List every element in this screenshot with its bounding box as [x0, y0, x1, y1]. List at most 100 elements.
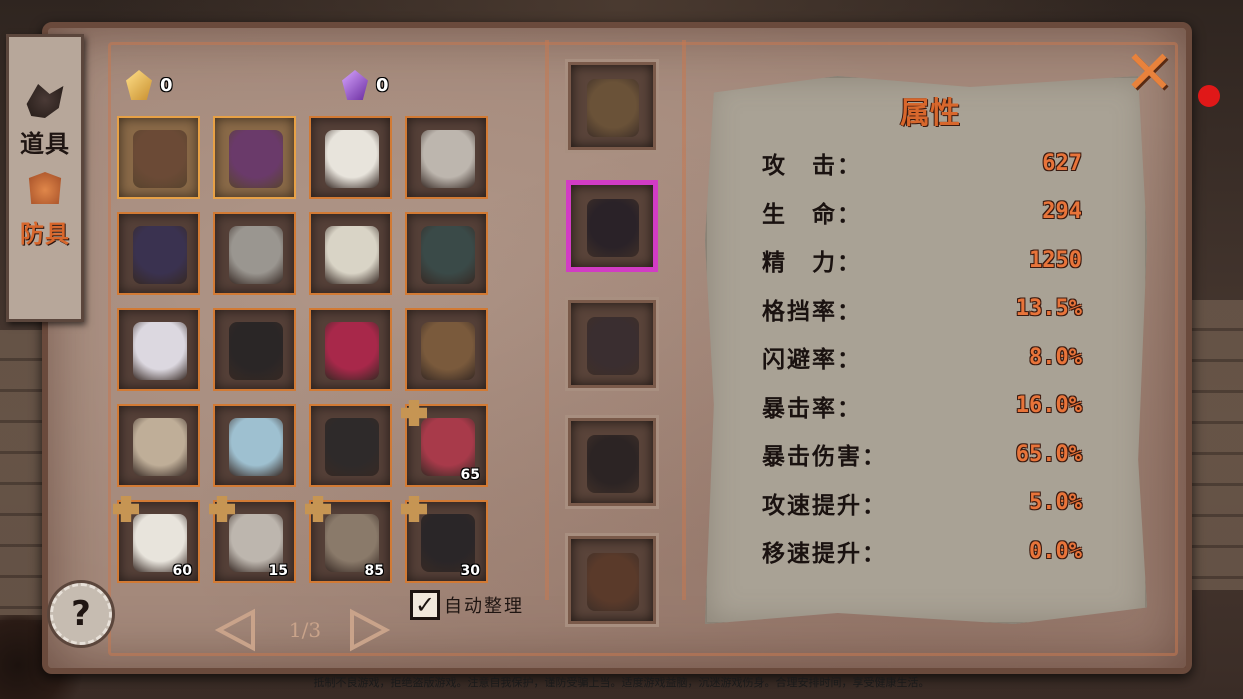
inventory-slot[interactable] — [213, 212, 296, 295]
inventory-slot[interactable]: 85 — [305, 496, 392, 583]
red-eye-cloak-icon — [587, 435, 639, 493]
equipment-slot[interactable] — [568, 418, 656, 506]
clawed-gauntlets-icon — [421, 322, 475, 380]
inventory-slot[interactable] — [405, 116, 488, 199]
flaming-pauldron-icon — [133, 130, 187, 188]
page-indicator: 1/3 — [288, 618, 322, 642]
item-count: 30 — [460, 563, 480, 579]
spiked-boots-icon — [325, 418, 379, 476]
tab-items[interactable]: 道具 — [9, 59, 81, 159]
stat-value: 0.0% — [1029, 538, 1082, 564]
inventory-slot[interactable]: 15 — [209, 496, 296, 583]
stats-title: 属性 — [900, 96, 960, 131]
stat-label: 移速提升： — [762, 540, 887, 567]
prev-page-icon[interactable] — [215, 608, 255, 652]
category-tabs: 道具 防具 — [6, 34, 84, 322]
column-divider — [545, 40, 549, 600]
tab-armor-label: 防具 — [20, 219, 70, 248]
gold-crystal-icon — [126, 70, 152, 100]
inventory-slot[interactable] — [309, 116, 392, 199]
purple-currency-value: 0 — [376, 74, 389, 96]
skull-helm-icon — [229, 226, 283, 284]
dark-gold-helm-icon — [229, 322, 283, 380]
equipment-slot[interactable] — [568, 182, 656, 270]
stat-row: 精 力： 1250 — [762, 240, 1082, 280]
purple-currency: 0 — [342, 70, 389, 100]
stat-value: 5.0% — [1029, 490, 1082, 515]
white-gold-robe-icon — [325, 130, 379, 188]
red-boots-icon — [325, 322, 379, 380]
purple-hooded-shirt-icon — [133, 226, 187, 284]
gold-currency-value: 0 — [160, 74, 173, 96]
silver-crown-icon — [325, 226, 379, 284]
witch-hat-icon — [587, 317, 639, 375]
inventory-slot[interactable]: 65 — [401, 400, 488, 487]
inventory-slot[interactable] — [309, 308, 392, 391]
dark-cloak-icon — [587, 199, 639, 257]
auto-sort-checkbox[interactable]: ✓ — [410, 590, 440, 620]
stat-value: 1250 — [1029, 247, 1082, 273]
stat-value: 294 — [1042, 199, 1082, 224]
pagination: 1/3 — [215, 606, 390, 654]
stat-value: 627 — [1042, 150, 1082, 176]
inventory-slot[interactable] — [213, 116, 296, 199]
eye-mask-icon — [421, 226, 475, 284]
column-divider — [682, 40, 686, 600]
health-notice: 抵制不良游戏，拒绝盗版游戏。注意自我保护，谨防受骗上当。适度游戏益脑，沉迷游戏伤… — [313, 676, 930, 689]
stat-row: 生 命： 294 — [762, 192, 1082, 232]
stat-row: 攻 击： 627 — [762, 143, 1082, 183]
bandaged-vest-icon — [421, 130, 475, 188]
purple-horned-crown-icon — [229, 130, 283, 188]
inventory-slot[interactable] — [117, 116, 200, 199]
next-page-icon[interactable] — [350, 608, 390, 652]
tab-armor[interactable]: 防具 — [9, 149, 81, 249]
inventory-slot[interactable]: 30 — [401, 496, 488, 583]
equipment-slot[interactable] — [568, 300, 656, 388]
stat-row: 闪避率： 8.0% — [762, 337, 1082, 377]
stat-label: 格挡率： — [762, 297, 862, 325]
stat-value: 13.5% — [1015, 296, 1082, 321]
red-gem-boots-icon — [587, 553, 639, 611]
stat-row: 暴击伤害： 65.0% — [762, 434, 1082, 474]
inventory-slot[interactable] — [309, 404, 392, 487]
auto-sort-label: 自动整理 — [444, 596, 524, 617]
white-mask-icon — [133, 322, 187, 380]
equipment-slot[interactable] — [568, 536, 656, 624]
stat-label: 暴击率： — [762, 394, 862, 422]
stat-label: 闪避率： — [762, 346, 862, 373]
stat-label: 生 命： — [762, 200, 862, 228]
armor-icon — [28, 172, 62, 204]
purple-crystal-icon — [342, 70, 368, 100]
inventory-slot[interactable] — [117, 308, 200, 391]
item-count: 15 — [268, 563, 288, 579]
stat-row: 移速提升： 0.0% — [762, 531, 1082, 571]
inventory-slot[interactable] — [309, 212, 392, 295]
inventory-slot[interactable] — [405, 212, 488, 295]
equipment-slot[interactable] — [568, 62, 656, 150]
inventory-slot[interactable] — [213, 404, 296, 487]
stat-value: 16.0% — [1015, 393, 1082, 418]
wrapped-boots-icon — [133, 418, 187, 476]
record-indicator-icon — [1198, 85, 1220, 107]
stat-label: 攻速提升： — [762, 491, 887, 519]
inventory-slot[interactable]: 60 — [113, 496, 200, 583]
question-icon: ? — [71, 594, 91, 634]
item-count: 60 — [172, 563, 192, 579]
stat-row: 暴击率： 16.0% — [762, 386, 1082, 426]
stat-row: 格挡率： 13.5% — [762, 289, 1082, 329]
stat-label: 精 力： — [762, 249, 862, 276]
inventory-slot[interactable] — [117, 212, 200, 295]
auto-sort-toggle[interactable]: ✓ 自动整理 — [410, 590, 524, 620]
gold-currency: 0 — [126, 70, 173, 100]
inventory-slot[interactable] — [213, 308, 296, 391]
help-button[interactable]: ? — [50, 583, 112, 645]
item-count: 85 — [364, 563, 384, 579]
stat-row: 攻速提升： 5.0% — [762, 483, 1082, 523]
inventory-slot[interactable] — [405, 308, 488, 391]
close-button[interactable]: ✕ — [1120, 43, 1178, 103]
inventory-slot[interactable] — [117, 404, 200, 487]
stat-value: 8.0% — [1029, 344, 1082, 370]
crystal-greaves-icon — [229, 418, 283, 476]
item-count: 65 — [460, 467, 480, 483]
close-icon: ✕ — [1123, 38, 1175, 108]
